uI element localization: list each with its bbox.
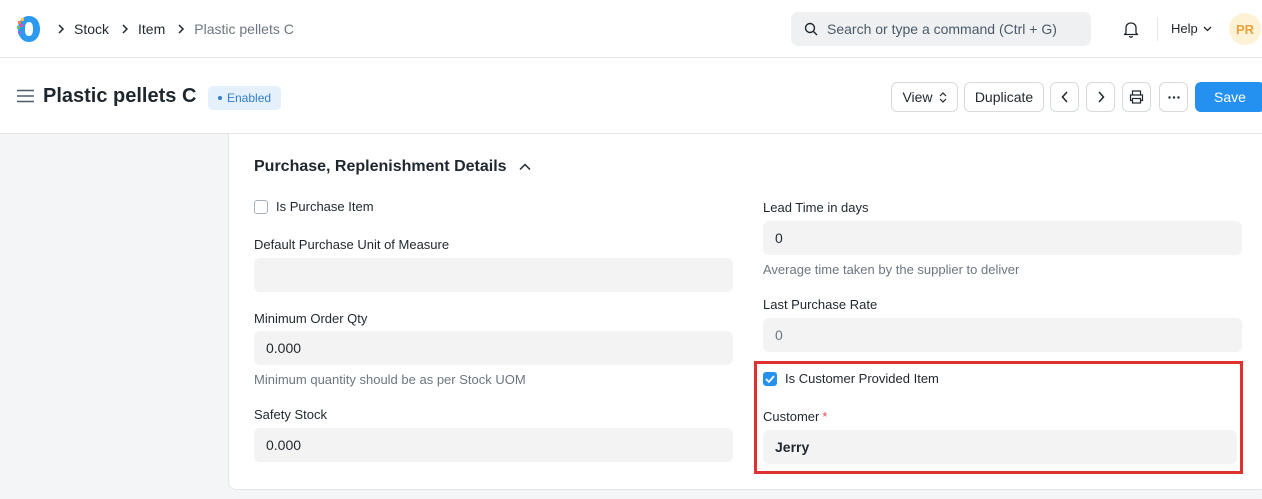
menu-icon[interactable] [17, 89, 34, 103]
last-purchase-rate-label: Last Purchase Rate [763, 297, 878, 312]
notification-bell-icon[interactable] [1121, 19, 1141, 39]
status-badge: Enabled [208, 86, 282, 110]
breadcrumb-item[interactable]: Item [138, 21, 165, 37]
section-title: Purchase, Replenishment Details [254, 158, 507, 175]
app-logo[interactable] [14, 13, 44, 45]
minimum-order-qty-hint: Minimum quantity should be as per Stock … [254, 372, 526, 387]
next-record-button[interactable] [1086, 82, 1115, 112]
breadcrumb-current[interactable]: Plastic pellets C [194, 21, 294, 37]
help-label: Help [1171, 21, 1198, 36]
safety-stock-label: Safety Stock [254, 407, 327, 422]
default-purchase-uom-label: Default Purchase Unit of Measure [254, 237, 450, 252]
minimum-order-qty-label: Minimum Order Qty [254, 311, 368, 326]
page-title: Plastic pellets C [43, 85, 197, 107]
search-icon [804, 22, 818, 36]
avatar[interactable]: PR [1229, 13, 1261, 45]
minimum-order-qty-input[interactable]: 0.000 [254, 331, 733, 365]
chevron-right-icon [1097, 91, 1105, 103]
printer-icon [1129, 90, 1144, 104]
chevron-right-icon [57, 24, 65, 34]
status-badge-label: Enabled [227, 91, 272, 105]
breadcrumb: Stock Item Plastic pellets C [54, 0, 294, 58]
search-placeholder: Search or type a command (Ctrl + G) [827, 21, 1057, 37]
lead-time-label: Lead Time in days [763, 200, 869, 215]
previous-record-button[interactable] [1050, 82, 1079, 112]
more-actions-button[interactable] [1159, 82, 1188, 112]
chevron-right-icon [177, 24, 185, 34]
highlight-box [754, 361, 1243, 474]
chevron-up-icon[interactable] [519, 163, 531, 171]
help-dropdown[interactable]: Help [1171, 21, 1212, 36]
sort-updown-icon [939, 91, 946, 103]
lead-time-hint: Average time taken by the supplier to de… [763, 262, 1020, 277]
lead-time-input[interactable]: 0 [763, 221, 1242, 255]
breadcrumb-stock[interactable]: Stock [74, 21, 109, 37]
view-button[interactable]: View [891, 82, 958, 112]
status-dot-icon [218, 96, 222, 100]
is-purchase-item-label: Is Purchase Item [276, 199, 374, 214]
view-button-label: View [902, 89, 933, 105]
chevron-left-icon [1060, 91, 1068, 103]
default-purchase-uom-input[interactable] [254, 258, 733, 292]
navbar-divider [1157, 17, 1158, 41]
page-head: Plastic pellets C Enabled View Duplicate… [0, 58, 1262, 134]
search-input[interactable]: Search or type a command (Ctrl + G) [791, 12, 1091, 46]
save-button[interactable]: Save [1195, 82, 1262, 112]
chevron-down-icon [1203, 26, 1212, 31]
is-purchase-item-row[interactable]: Is Purchase Item [254, 199, 374, 214]
duplicate-button[interactable]: Duplicate [964, 82, 1044, 112]
safety-stock-input[interactable]: 0.000 [254, 428, 733, 462]
last-purchase-rate-input: 0 [763, 318, 1242, 352]
print-button[interactable] [1122, 82, 1151, 112]
chevron-right-icon [121, 24, 129, 34]
navbar: Stock Item Plastic pellets C Search or t… [0, 0, 1262, 58]
is-purchase-item-checkbox[interactable] [254, 199, 268, 214]
ellipsis-icon [1167, 95, 1180, 99]
section-header[interactable]: Purchase, Replenishment Details [254, 158, 531, 176]
